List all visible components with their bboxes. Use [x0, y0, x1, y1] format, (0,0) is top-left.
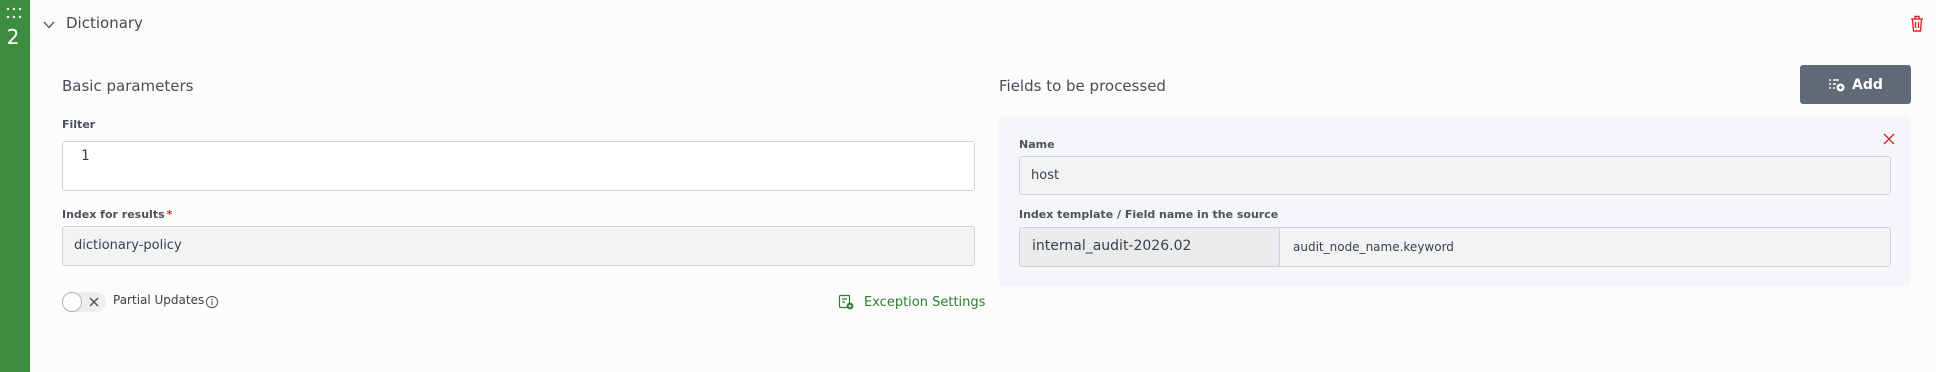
fields-title: Fields to be processed	[999, 77, 1166, 95]
step-rail: 2	[0, 0, 30, 372]
exception-settings-icon	[838, 294, 854, 310]
remove-field-icon[interactable]	[1881, 131, 1897, 147]
add-field-label: Add	[1852, 76, 1883, 93]
field-name-label: Name	[1019, 138, 1055, 151]
add-field-button[interactable]: Add	[1800, 65, 1911, 104]
add-list-icon	[1829, 78, 1845, 91]
filter-value: 1	[81, 148, 90, 164]
grip-icon[interactable]	[6, 7, 22, 19]
field-name-input[interactable]	[1019, 156, 1891, 195]
index-label: Index for results *	[62, 208, 172, 221]
close-icon	[89, 297, 99, 307]
filter-editor[interactable]	[62, 141, 975, 191]
index-field[interactable]	[62, 226, 975, 266]
index-label-text: Index for results	[62, 208, 165, 221]
trash-icon[interactable]	[1909, 14, 1925, 33]
exception-settings-label: Exception Settings	[864, 294, 986, 310]
partial-updates-label: Partial Updates	[113, 293, 205, 307]
chevron-down-icon[interactable]	[42, 18, 56, 32]
partial-updates-toggle[interactable]	[62, 292, 106, 312]
step-title[interactable]: Dictionary	[66, 14, 143, 32]
exception-settings-link[interactable]: Exception Settings	[838, 293, 985, 311]
step-number: 2	[6, 25, 20, 49]
index-value: dictionary-policy	[74, 238, 182, 253]
toggle-knob	[62, 292, 82, 312]
index-template-value: internal_audit-2026.02	[1032, 238, 1192, 254]
index-template-label: Index template / Field name in the sourc…	[1019, 208, 1279, 221]
required-mark: *	[166, 208, 173, 221]
source-field-value: audit_node_name.keyword	[1293, 240, 1454, 254]
info-icon[interactable]	[205, 295, 219, 309]
filter-label: Filter	[62, 118, 96, 131]
field-name-value: host	[1031, 168, 1060, 183]
basic-parameters-title: Basic parameters	[62, 77, 194, 95]
